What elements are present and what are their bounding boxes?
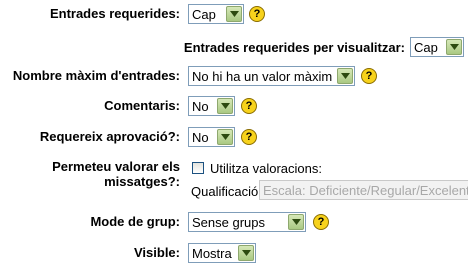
help-icon[interactable]: ? (241, 98, 257, 114)
required-entries-select[interactable]: Cap (188, 4, 244, 24)
help-icon[interactable]: ? (313, 214, 329, 230)
chevron-down-icon (337, 68, 353, 84)
comments-select[interactable]: No (188, 96, 235, 116)
visible-label: Visible: (133, 245, 180, 260)
help-icon[interactable]: ? (249, 6, 265, 22)
required-entries-view-label: Entrades requerides per visualitzar: (183, 40, 405, 55)
help-icon[interactable]: ? (241, 129, 257, 145)
visible-select[interactable]: Mostra (188, 243, 256, 263)
chevron-down-icon (217, 129, 233, 145)
help-icon[interactable]: ? (361, 68, 377, 84)
grade-label: Qualificació: (191, 184, 262, 199)
ratings-label-line1: Permeteu valorar els (52, 159, 180, 174)
max-entries-label: Nombre màxim d'entrades: (12, 68, 180, 83)
approval-label: Requereix aprovació?: (39, 129, 180, 144)
grade-select[interactable]: Escala: Deficiente/Regular/Excelente (259, 180, 468, 200)
max-entries-select[interactable]: No hi ha un valor màxim (188, 66, 355, 86)
group-mode-select[interactable]: Sense grups (188, 212, 306, 232)
chevron-down-icon (288, 214, 304, 230)
chevron-down-icon (226, 6, 242, 22)
chevron-down-icon (217, 98, 233, 114)
required-entries-label: Entrades requerides: (49, 6, 180, 21)
approval-select[interactable]: No (188, 127, 235, 147)
group-mode-label: Mode de grup: (90, 214, 180, 229)
comments-label: Comentaris: (104, 98, 180, 113)
required-entries-view-select[interactable]: Cap (410, 37, 464, 57)
ratings-label-line2: missatges?: (104, 174, 180, 189)
chevron-down-icon (446, 39, 462, 55)
max-entries-value: No hi ha un valor màxim (192, 68, 333, 84)
grade-value: Escala: Deficiente/Regular/Excelente (263, 182, 468, 198)
use-ratings-label: Utilitza valoracions: (210, 161, 322, 176)
chevron-down-icon (238, 245, 254, 261)
use-ratings-checkbox[interactable] (192, 162, 204, 174)
